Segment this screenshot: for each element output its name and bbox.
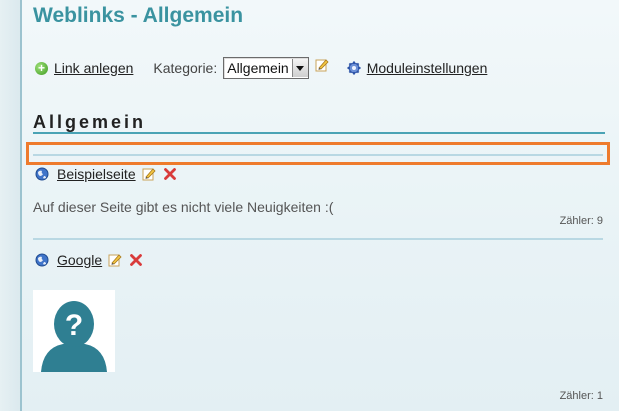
click-counter: Zähler: 1 [559, 390, 603, 402]
module-settings-link[interactable]: Moduleinstellungen [367, 60, 488, 76]
main-content: Weblinks - Allgemein + Link anlegen Kate… [33, 0, 605, 411]
svg-text:?: ? [65, 309, 83, 342]
globe-icon [35, 253, 49, 267]
pencil-icon[interactable] [142, 167, 156, 181]
pencil-icon[interactable] [315, 58, 329, 72]
toolbar: + Link anlegen Kategorie: Allgemein Modu… [33, 56, 605, 80]
category-select[interactable]: Allgemein [223, 57, 309, 79]
category-select-value: Allgemein [227, 60, 289, 76]
section-heading: Allgemein [33, 112, 605, 134]
left-sidebar-strip [0, 0, 22, 411]
category-label: Kategorie: [153, 60, 218, 76]
link-entry-title: Google [35, 252, 143, 268]
globe-icon [35, 167, 49, 181]
page-title: Weblinks - Allgemein [33, 4, 244, 27]
entry-divider [33, 238, 603, 240]
link-description: Auf dieser Seite gibt es nicht viele Neu… [33, 199, 334, 215]
link-title[interactable]: Beispielseite [57, 166, 136, 182]
chevron-down-icon[interactable] [291, 59, 308, 77]
link-entry-title: Beispielseite [35, 166, 176, 182]
click-counter: Zähler: 9 [559, 215, 603, 227]
highlight-box [26, 142, 610, 165]
link-title[interactable]: Google [57, 252, 102, 268]
add-link-button[interactable]: Link anlegen [54, 60, 133, 76]
gear-icon[interactable] [347, 61, 361, 75]
delete-icon[interactable] [130, 254, 143, 266]
avatar-placeholder-icon: ? [33, 290, 115, 372]
plus-icon[interactable]: + [35, 61, 48, 75]
delete-icon[interactable] [163, 168, 176, 180]
pencil-icon[interactable] [108, 253, 122, 267]
